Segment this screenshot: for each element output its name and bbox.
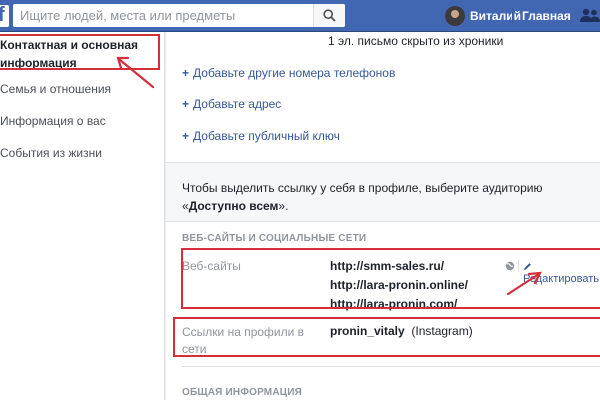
search-icon bbox=[323, 9, 336, 22]
annotation-box-websites bbox=[181, 248, 600, 309]
add-address-label: Добавьте адрес bbox=[193, 97, 282, 111]
add-phone-label: Добавьте другие номера телефонов bbox=[193, 66, 396, 80]
plus-icon: + bbox=[182, 129, 190, 143]
annotation-box-contact-info bbox=[0, 34, 160, 70]
sidebar-item-family[interactable]: Семья и отношения bbox=[0, 80, 111, 98]
about-sidebar: Контактная и основная информация Семья и… bbox=[0, 32, 165, 400]
facebook-about-page: f Виталий Главная Контактная и основная … bbox=[0, 0, 600, 400]
search-button[interactable] bbox=[313, 4, 345, 27]
plus-icon: + bbox=[182, 66, 190, 80]
top-navigation-bar: f Виталий Главная bbox=[0, 0, 600, 32]
audience-note-end: ». bbox=[278, 199, 289, 213]
home-link[interactable]: Главная bbox=[522, 9, 571, 23]
sidebar-item-details[interactable]: Информация о вас bbox=[0, 112, 106, 130]
profile-name-link[interactable]: Виталий bbox=[470, 9, 521, 23]
general-info-section-title: ОБЩАЯ ИНФОРМАЦИЯ bbox=[182, 387, 303, 398]
annotation-box-profile-links bbox=[173, 317, 600, 357]
add-phone-link[interactable]: + Добавьте другие номера телефонов bbox=[182, 64, 395, 82]
audience-note: Чтобы выделить ссылку у себя в профиле, … bbox=[182, 179, 587, 215]
facebook-logo[interactable]: f bbox=[0, 4, 9, 27]
plus-icon: + bbox=[182, 97, 190, 111]
friend-requests-icon[interactable] bbox=[580, 8, 600, 24]
add-public-key-link[interactable]: + Добавьте публичный ключ bbox=[182, 127, 340, 145]
search-box bbox=[13, 4, 345, 27]
avatar[interactable] bbox=[445, 6, 465, 26]
divider bbox=[182, 366, 600, 367]
nav-divider bbox=[512, 8, 513, 24]
hidden-email-note: 1 эл. письмо скрыто из хроники bbox=[328, 34, 504, 48]
search-input[interactable] bbox=[13, 4, 313, 27]
add-public-key-label: Добавьте публичный ключ bbox=[193, 129, 340, 143]
audience-note-bold: Доступно всем bbox=[188, 199, 279, 213]
websites-section-title: ВЕБ-САЙТЫ И СОЦИАЛЬНЫЕ СЕТИ bbox=[182, 233, 367, 244]
add-address-link[interactable]: + Добавьте адрес bbox=[182, 95, 281, 113]
sidebar-item-life-events[interactable]: События из жизни bbox=[0, 144, 102, 162]
facebook-logo-letter: f bbox=[0, 4, 5, 26]
